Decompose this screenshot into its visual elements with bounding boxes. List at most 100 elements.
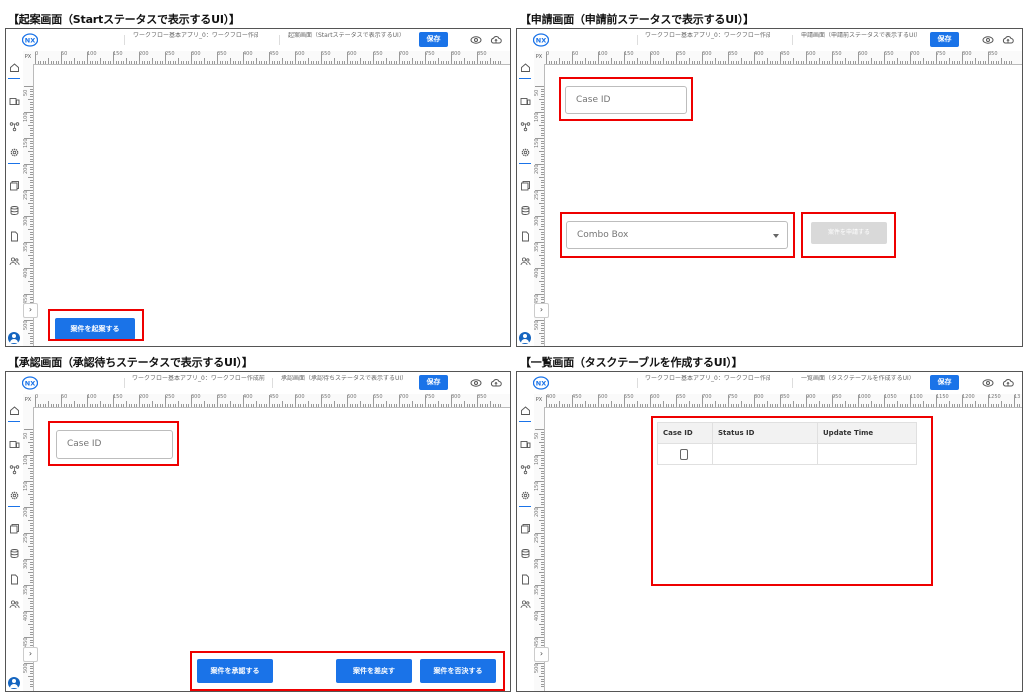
- users-icon[interactable]: [520, 256, 531, 267]
- user-avatar[interactable]: [8, 332, 20, 344]
- home-icon[interactable]: [520, 62, 531, 73]
- save-button[interactable]: 保存: [930, 375, 959, 390]
- ruler-tick: [347, 395, 348, 407]
- ruler-tick: [357, 404, 359, 407]
- ruler-tick-label: 650: [884, 51, 894, 57]
- devices-icon[interactable]: [520, 96, 531, 107]
- home-icon[interactable]: [9, 405, 20, 416]
- ruler-tick: [380, 61, 382, 64]
- ruler-tick: [30, 223, 33, 225]
- ruler-tick: [541, 221, 544, 223]
- gear-icon[interactable]: [520, 147, 531, 158]
- ruler-tick: [782, 61, 784, 64]
- top-bar: NX ワークフロー基本アプリ_0：ワークフロー作成前 一覧画面（タスクテーブルを…: [517, 372, 1022, 395]
- ruler-tick: [435, 404, 437, 407]
- workflow-icon[interactable]: [520, 121, 531, 132]
- ruler-tick: [30, 291, 33, 293]
- ruler-tick: [541, 465, 544, 467]
- save-button[interactable]: 保存: [419, 375, 448, 390]
- save-button[interactable]: 保存: [419, 32, 448, 47]
- sidebar-expand-button[interactable]: ›: [534, 647, 549, 662]
- ruler-tick-label: 100: [87, 394, 97, 400]
- ruler-tick: [707, 61, 709, 64]
- ruler-tick-label: 150: [534, 481, 540, 491]
- preview-eye-icon[interactable]: [470, 34, 482, 46]
- home-icon[interactable]: [9, 62, 20, 73]
- cloud-upload-icon[interactable]: [1002, 34, 1014, 46]
- sidebar-expand-button[interactable]: ›: [23, 647, 38, 662]
- ruler-tick: [585, 58, 586, 64]
- document-icon[interactable]: [520, 574, 531, 585]
- preview-eye-icon[interactable]: [982, 34, 994, 46]
- cloud-upload-icon[interactable]: [1002, 377, 1014, 389]
- ruler-tick: [541, 122, 544, 124]
- ruler-tick: [541, 592, 544, 594]
- devices-icon[interactable]: [9, 439, 20, 450]
- copy-icon[interactable]: [9, 180, 20, 191]
- database-icon[interactable]: [9, 548, 20, 559]
- ruler-tick: [785, 404, 787, 407]
- ruler-tick: [30, 681, 33, 683]
- home-icon[interactable]: [520, 405, 531, 416]
- ruler-tick: [378, 404, 380, 407]
- ruler-tick: [245, 404, 247, 407]
- copy-icon[interactable]: [520, 180, 531, 191]
- sidebar-expand-button[interactable]: ›: [534, 303, 549, 318]
- cloud-upload-icon[interactable]: [490, 34, 502, 46]
- ruler-tick: [401, 404, 403, 407]
- workflow-icon[interactable]: [9, 121, 20, 132]
- ruler-tick: [566, 61, 568, 64]
- database-icon[interactable]: [520, 548, 531, 559]
- gear-icon[interactable]: [9, 490, 20, 501]
- preview-eye-icon[interactable]: [982, 377, 994, 389]
- ruler-tick: [487, 61, 489, 64]
- cloud-upload-icon[interactable]: [490, 377, 502, 389]
- ruler-tick: [748, 61, 750, 64]
- ruler-tick: [497, 61, 499, 64]
- workflow-icon[interactable]: [9, 464, 20, 475]
- ruler-tick: [541, 540, 544, 542]
- database-icon[interactable]: [520, 205, 531, 216]
- sidebar-expand-button[interactable]: ›: [23, 303, 38, 318]
- ruler-tick: [30, 130, 33, 132]
- users-icon[interactable]: [9, 256, 20, 267]
- copy-icon[interactable]: [9, 523, 20, 534]
- document-icon[interactable]: [520, 231, 531, 242]
- ruler-tick: [642, 404, 644, 407]
- ruler-tick: [541, 486, 544, 488]
- ruler-tick: [746, 404, 748, 407]
- ruler-tick: [712, 404, 714, 407]
- sidebar-divider: [519, 78, 531, 79]
- ruler-tick: [386, 58, 387, 64]
- devices-icon[interactable]: [520, 439, 531, 450]
- workflow-icon[interactable]: [520, 464, 531, 475]
- copy-icon[interactable]: [520, 523, 531, 534]
- ruler-tick: [28, 203, 33, 204]
- gear-icon[interactable]: [520, 490, 531, 501]
- preview-eye-icon[interactable]: [470, 377, 482, 389]
- users-icon[interactable]: [520, 599, 531, 610]
- ruler-tick: [102, 404, 104, 407]
- ruler-tick: [928, 404, 930, 407]
- ruler-tick: [863, 61, 865, 64]
- ruler-tick: [541, 335, 544, 337]
- ruler-tick: [263, 61, 265, 64]
- save-button[interactable]: 保存: [930, 32, 959, 47]
- ruler-tick: [686, 61, 688, 64]
- ruler-tick: [30, 434, 33, 436]
- ruler-tick: [541, 200, 544, 202]
- users-icon[interactable]: [9, 599, 20, 610]
- document-icon[interactable]: [9, 574, 20, 585]
- database-icon[interactable]: [9, 205, 20, 216]
- gear-icon[interactable]: [9, 147, 20, 158]
- devices-icon[interactable]: [9, 96, 20, 107]
- ruler-tick-label: 350: [217, 394, 227, 400]
- user-avatar[interactable]: [519, 332, 531, 344]
- ruler-tick: [464, 58, 465, 64]
- ruler-tick: [767, 401, 768, 407]
- ruler-tick: [30, 270, 33, 272]
- user-avatar[interactable]: [8, 677, 20, 689]
- ruler-tick: [884, 52, 885, 64]
- ruler-tick: [541, 613, 544, 615]
- document-icon[interactable]: [9, 231, 20, 242]
